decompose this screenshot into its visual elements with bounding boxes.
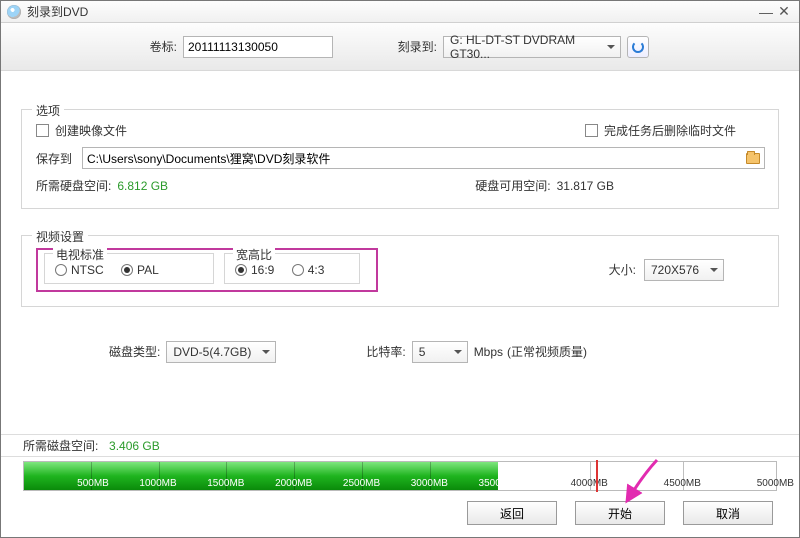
minimize-button[interactable]: — xyxy=(757,4,775,20)
disk-req-label: 所需磁盘空间: xyxy=(23,439,98,453)
header-strip: 卷标: 刻录到: G: HL-DT-ST DVDRAM GT30... xyxy=(1,23,799,71)
hdd-req-value: 6.812 GB xyxy=(117,179,168,193)
video-settings-group: 视频设置 电视标准 NTSC PAL 宽高比 16:9 4:3 大小: 720X… xyxy=(21,235,779,307)
close-button[interactable]: ✕ xyxy=(775,3,793,20)
hdd-free-value: 31.817 GB xyxy=(557,179,614,193)
disc-bitrate-row: 磁盘类型: DVD-5(4.7GB) 比特率: 5 Mbps (正常视频质量) xyxy=(21,341,779,363)
disc-type-select[interactable]: DVD-5(4.7GB) xyxy=(166,341,276,363)
bitrate-label: 比特率: xyxy=(366,343,405,360)
tick: 500MB xyxy=(24,462,92,490)
r43-radio[interactable] xyxy=(292,264,304,276)
volume-input[interactable] xyxy=(183,36,333,58)
tick: 2000MB xyxy=(227,462,295,490)
disk-req-value: 3.406 GB xyxy=(109,439,160,453)
save-path-input[interactable] xyxy=(82,147,765,169)
cancel-button[interactable]: 取消 xyxy=(683,501,773,525)
bitrate-unit: Mbps xyxy=(474,345,503,359)
footer: 所需磁盘空间: 3.406 GB 500MB1000MB1500MB2000MB… xyxy=(1,434,799,537)
ntsc-radio[interactable] xyxy=(55,264,67,276)
tv-standard-group: 电视标准 NTSC PAL xyxy=(44,253,214,284)
disc-icon xyxy=(7,5,21,19)
video-legend: 视频设置 xyxy=(32,228,88,245)
tick: 5000MB xyxy=(684,462,776,490)
pal-label: PAL xyxy=(137,263,159,277)
options-legend: 选项 xyxy=(32,102,64,119)
burn-drive-select[interactable]: G: HL-DT-ST DVDRAM GT30... xyxy=(443,36,621,58)
r169-radio[interactable] xyxy=(235,264,247,276)
size-label: 大小: xyxy=(609,261,636,278)
volume-label: 卷标: xyxy=(1,38,177,55)
r43-label: 4:3 xyxy=(308,263,325,277)
delete-temp-label: 完成任务后删除临时文件 xyxy=(604,122,736,139)
space-bar: 500MB1000MB1500MB2000MB2500MB3000MB3500M… xyxy=(23,461,777,491)
bitrate-select[interactable]: 5 xyxy=(412,341,468,363)
tick: 4000MB xyxy=(498,462,591,490)
hdd-free-label: 硬盘可用空间: xyxy=(475,177,550,194)
create-image-checkbox[interactable] xyxy=(36,124,49,137)
disc-type-label: 磁盘类型: xyxy=(109,343,160,360)
tick: 2500MB xyxy=(295,462,363,490)
burn-to-label: 刻录到: xyxy=(333,38,437,55)
window-title: 刻录到DVD xyxy=(27,3,88,20)
tick: 1000MB xyxy=(92,462,160,490)
capacity-marker xyxy=(596,460,598,492)
bitrate-note: (正常视频质量) xyxy=(507,343,587,360)
space-bar-fill: 500MB1000MB1500MB2000MB2500MB3000MB3500M… xyxy=(24,462,498,490)
ntsc-label: NTSC xyxy=(71,263,104,277)
hdd-req-label: 所需硬盘空间: xyxy=(36,177,111,194)
highlighted-area: 电视标准 NTSC PAL 宽高比 16:9 4:3 xyxy=(36,248,378,292)
r169-label: 16:9 xyxy=(251,263,274,277)
aspect-label: 宽高比 xyxy=(233,246,275,263)
aspect-group: 宽高比 16:9 4:3 xyxy=(224,253,360,284)
folder-icon xyxy=(746,153,760,164)
titlebar: 刻录到DVD — ✕ xyxy=(1,1,799,23)
tick: 1500MB xyxy=(160,462,228,490)
back-button[interactable]: 返回 xyxy=(467,501,557,525)
size-select[interactable]: 720X576 xyxy=(644,259,724,281)
tick: 3500MB xyxy=(431,462,498,490)
options-group: 选项 创建映像文件 完成任务后删除临时文件 保存到 所需硬盘空间: 6.812 … xyxy=(21,109,779,209)
save-to-label: 保存到 xyxy=(36,150,82,167)
pal-radio[interactable] xyxy=(121,264,133,276)
create-image-label: 创建映像文件 xyxy=(55,122,127,139)
tick: 4500MB xyxy=(591,462,684,490)
tv-standard-label: 电视标准 xyxy=(53,246,107,263)
start-button[interactable]: 开始 xyxy=(575,501,665,525)
refresh-icon xyxy=(632,41,644,53)
tick: 3000MB xyxy=(363,462,431,490)
refresh-button[interactable] xyxy=(627,36,649,58)
space-bar-rest: 4000MB4500MB5000MB xyxy=(498,462,776,490)
delete-temp-checkbox[interactable] xyxy=(585,124,598,137)
browse-button[interactable] xyxy=(742,148,764,168)
